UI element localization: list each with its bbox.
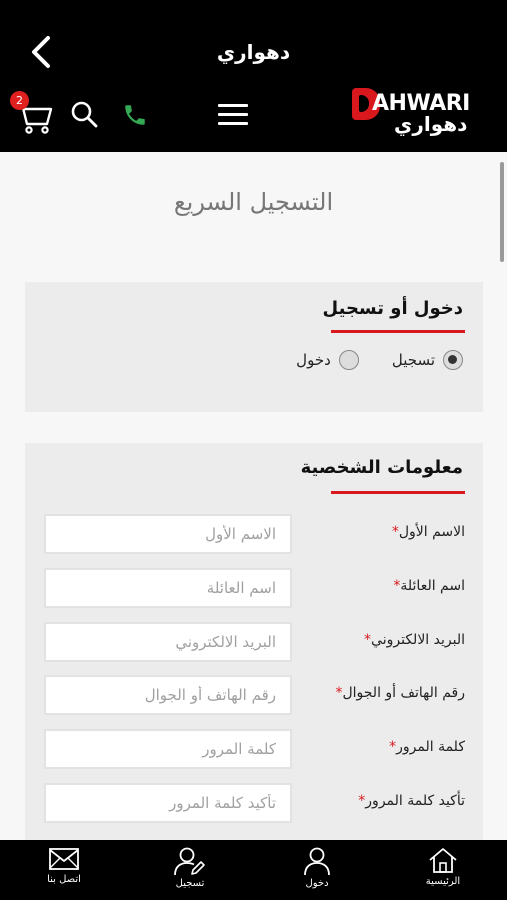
radio-register-label: تسجيل (391, 351, 435, 369)
email-label: البريد الالكتروني* (364, 632, 465, 648)
tab-contact-us-label: اتصل بنا (47, 874, 81, 885)
tab-login[interactable]: دخول (267, 846, 367, 898)
email-row: البريد الالكتروني* (44, 622, 465, 662)
user-icon (304, 847, 330, 876)
last-name-input[interactable] (44, 568, 292, 608)
radio-login-dot[interactable] (338, 350, 359, 370)
last-name-row: اسم العائلة* (44, 568, 465, 608)
search-icon (71, 101, 98, 128)
main-content: التسجيل السريع دخول أو تسجيل تسجيل دخول … (0, 152, 507, 840)
section-underline (331, 330, 465, 333)
radio-login[interactable]: دخول (296, 350, 359, 370)
cart-count-badge: 2 (10, 91, 29, 110)
radio-login-label: دخول (296, 351, 331, 369)
personal-info-card: معلومات الشخصية الاسم الأول* اسم العائلة… (25, 443, 483, 840)
confirm-password-row: تأكيد كلمة المرور* (44, 783, 465, 823)
tab-register[interactable]: تسجيل (140, 846, 240, 898)
phone-icon (125, 105, 145, 125)
email-input[interactable] (44, 622, 292, 662)
section-underline (331, 491, 465, 494)
tab-login-label: دخول (305, 878, 329, 889)
confirm-password-label: تأكيد كلمة المرور* (358, 793, 465, 809)
password-input[interactable] (44, 729, 292, 769)
radio-register-dot[interactable] (443, 350, 463, 370)
tab-home[interactable]: الرئيسية (393, 846, 493, 898)
tab-contact-us[interactable]: اتصل بنا (14, 846, 114, 898)
phone-input[interactable] (44, 675, 292, 715)
login-or-register-card: دخول أو تسجيل تسجيل دخول (25, 282, 483, 412)
menu-icon-bar (218, 104, 248, 107)
menu-button[interactable] (218, 104, 248, 128)
home-icon (429, 848, 457, 873)
menu-icon-bar (218, 113, 248, 116)
page-title: التسجيل السريع (173, 188, 334, 216)
tab-register-label: تسجيل (175, 878, 205, 889)
bottom-tab-bar: الرئيسية دخول تسجيل اتصل بنا (0, 840, 507, 900)
confirm-password-input[interactable] (44, 783, 292, 823)
menu-icon-bar (218, 122, 248, 125)
search-button[interactable] (70, 100, 98, 128)
section-title: معلومات الشخصية (300, 457, 463, 478)
logo-arabic-text: دهواري (394, 112, 468, 136)
password-label: كلمة المرور* (389, 739, 465, 755)
password-row: كلمة المرور* (44, 729, 465, 769)
first-name-label: الاسم الأول* (391, 524, 465, 540)
last-name-label: اسم العائلة* (393, 578, 465, 594)
phone-label: رقم الهاتف أو الجوال* (335, 685, 465, 701)
title-bar: دهواري (0, 0, 507, 86)
first-name-input[interactable] (44, 514, 292, 554)
section-title: دخول أو تسجيل (322, 298, 463, 319)
user-edit-icon (174, 847, 205, 876)
toolbar: AHWARI دهواري (0, 86, 507, 152)
phone-row: رقم الهاتف أو الجوال* (44, 675, 465, 715)
call-button[interactable] (122, 102, 148, 128)
first-name-row: الاسم الأول* (44, 514, 465, 554)
mail-icon (49, 848, 79, 870)
radio-register[interactable]: تسجيل (392, 350, 463, 370)
brand-logo[interactable]: AHWARI دهواري (352, 86, 492, 148)
app-title: دهواري (216, 40, 291, 64)
account-type-radio-group: تسجيل دخول (268, 350, 463, 374)
tab-home-label: الرئيسية (425, 876, 461, 887)
